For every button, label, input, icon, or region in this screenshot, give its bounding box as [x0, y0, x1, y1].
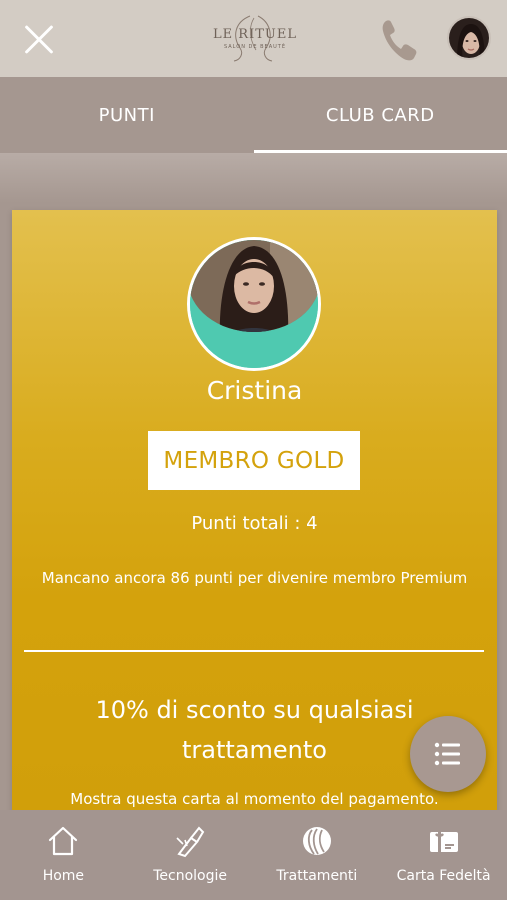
- show-card-text: Mostra questa carta al momento del pagam…: [70, 790, 439, 808]
- logo: LE RITUEL SALON DE BEAUTÉ: [205, 12, 305, 64]
- tab-club-card[interactable]: CLUB CARD: [253, 77, 507, 153]
- offer-text: 10% di sconto su qualsiasi trattamento: [95, 696, 414, 764]
- list-icon: [434, 742, 460, 766]
- top-header: LE RITUEL SALON DE BEAUTÉ: [0, 0, 507, 77]
- logo-text: LE RITUEL: [213, 26, 297, 42]
- nav-item-carta-fedelta[interactable]: Carta Fedeltà: [380, 810, 507, 900]
- hair-icon: [302, 827, 331, 855]
- home-icon: [49, 826, 78, 856]
- logo-subtitle: SALON DE BEAUTÉ: [223, 43, 287, 50]
- divider: [24, 650, 484, 652]
- points-total: Punti totali : 4: [191, 513, 318, 534]
- nav-item-tecnologie[interactable]: Tecnologie: [127, 810, 254, 900]
- user-avatar[interactable]: [447, 16, 491, 60]
- nav-item-home[interactable]: Home: [0, 810, 127, 900]
- membership-badge: MEMBRO GOLD: [148, 431, 360, 490]
- member-name: Cristina: [206, 376, 303, 405]
- tab-punti[interactable]: PUNTI: [0, 77, 254, 153]
- gift-card-icon: [429, 832, 458, 852]
- main-content: Cristina MEMBRO GOLD Punti totali : 4 Ma…: [0, 153, 507, 810]
- menu-fab-button[interactable]: [410, 716, 486, 792]
- tab-bar: PUNTI CLUB CARD: [0, 77, 507, 153]
- nav-item-trattamenti[interactable]: Trattamenti: [254, 810, 381, 900]
- nav-label-tecnologie: Tecnologie: [153, 868, 228, 884]
- points-remaining-text: Mancano ancora 86 punti per divenire mem…: [41, 569, 468, 587]
- close-icon[interactable]: [18, 20, 58, 60]
- profile-picture: [187, 237, 321, 371]
- laser-icon: [176, 826, 205, 858]
- nav-label-home: Home: [42, 868, 85, 884]
- bottom-navigation: Home Tecnologie Trattamenti Carta Fedelt…: [0, 810, 507, 900]
- nav-label-trattamenti: Trattamenti: [276, 868, 358, 884]
- phone-icon[interactable]: [380, 17, 418, 63]
- nav-label-carta-fedelta: Carta Fedeltà: [396, 868, 491, 884]
